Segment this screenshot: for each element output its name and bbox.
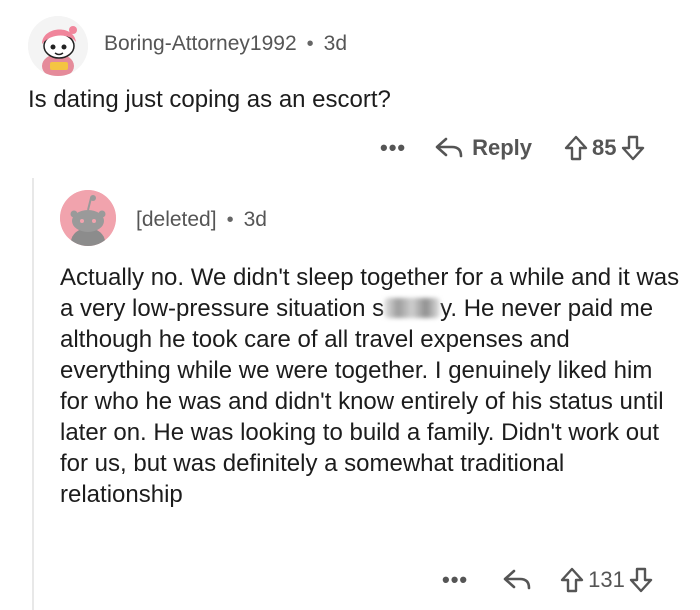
op-score: 85 bbox=[592, 135, 617, 160]
reply-text-part-2: y. He never paid me although he took car… bbox=[60, 295, 664, 508]
reply-username: [deleted] bbox=[136, 208, 217, 231]
op-comment-text: Is dating just coping as an escort? bbox=[28, 86, 391, 113]
meta-separator: • bbox=[306, 32, 314, 55]
downvote-button[interactable] bbox=[621, 134, 645, 162]
downvote-arrow-icon bbox=[621, 134, 645, 162]
downvote-arrow-icon bbox=[629, 566, 653, 594]
downvote-button[interactable] bbox=[629, 566, 653, 594]
reply-arrow-icon bbox=[502, 567, 532, 593]
reply-button[interactable]: Reply bbox=[434, 135, 532, 161]
op-age: 3d bbox=[323, 32, 347, 55]
reply-button[interactable] bbox=[502, 567, 532, 593]
reply-score: 131 bbox=[588, 567, 625, 592]
upvote-arrow-icon bbox=[560, 566, 584, 594]
redacted-word bbox=[384, 298, 441, 318]
op-meta: Boring-Attorney1992 • 3d bbox=[104, 32, 347, 56]
reply-comment-text: Actually no. We didn't sleep together fo… bbox=[60, 262, 680, 510]
thread-line[interactable] bbox=[32, 178, 34, 610]
op-avatar[interactable] bbox=[28, 16, 88, 76]
upvote-arrow-icon bbox=[564, 134, 588, 162]
upvote-button[interactable] bbox=[560, 566, 584, 594]
meta-separator: • bbox=[226, 208, 234, 231]
deleted-snoo-icon bbox=[60, 190, 116, 246]
reply-arrow-icon bbox=[434, 135, 464, 161]
reply-age: 3d bbox=[243, 208, 267, 231]
more-dots-icon[interactable]: ••• bbox=[374, 135, 412, 161]
reply-action-bar: ••• 131 bbox=[436, 566, 653, 594]
reply-meta: [deleted] • 3d bbox=[136, 208, 267, 232]
op-action-bar: ••• Reply 85 bbox=[374, 134, 645, 162]
more-dots-icon[interactable]: ••• bbox=[436, 567, 474, 593]
upvote-button[interactable] bbox=[564, 134, 588, 162]
op-username[interactable]: Boring-Attorney1992 bbox=[104, 32, 297, 56]
reply-label: Reply bbox=[472, 135, 533, 160]
snoo-avatar-icon bbox=[28, 16, 88, 76]
deleted-user-avatar bbox=[60, 190, 116, 246]
